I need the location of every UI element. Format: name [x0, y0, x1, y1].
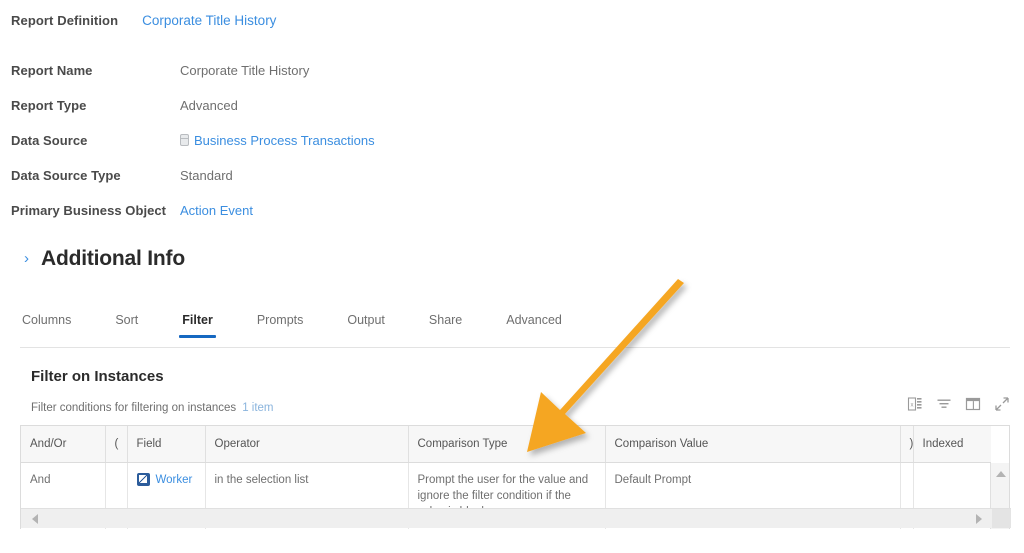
field-label: Report Type: [11, 98, 87, 113]
table-horizontal-scrollbar[interactable]: [21, 508, 1011, 528]
field-row-data-source-type: Data Source Type Standard: [11, 168, 651, 203]
item-count[interactable]: 1 item: [242, 402, 273, 414]
section-subtitle-text: Filter conditions for filtering on insta…: [31, 402, 237, 414]
table-header-row: And/Or ( Field Operator Comparison Type …: [21, 426, 991, 463]
tab-bar: Columns Sort Filter Prompts Output Share…: [22, 313, 562, 338]
cell-field-link[interactable]: Worker: [156, 472, 193, 488]
scrollbar-corner: [992, 509, 1011, 528]
scroll-left-icon[interactable]: [26, 509, 44, 528]
tab-filter[interactable]: Filter: [179, 313, 216, 338]
field-label: Primary Business Object: [11, 203, 167, 218]
scroll-up-icon[interactable]: [991, 465, 1010, 482]
column-header-close-paren[interactable]: ): [900, 426, 914, 463]
tab-sort[interactable]: Sort: [115, 313, 138, 338]
field-label: Report Name: [11, 63, 93, 78]
column-header-field[interactable]: Field: [127, 426, 206, 463]
section-subtitle: Filter conditions for filtering on insta…: [31, 402, 274, 414]
filter-conditions-table: And/Or ( Field Operator Comparison Type …: [20, 425, 1011, 530]
field-row-report-name: Report Name Corporate Title History: [11, 63, 651, 98]
breadcrumb-label: Report Definition: [11, 13, 119, 28]
field-row-primary-business-object: Primary Business Object Action Event: [11, 203, 651, 238]
field-value: Corporate Title History: [180, 63, 310, 78]
scroll-right-icon[interactable]: [970, 509, 988, 528]
field-value-data-source[interactable]: Business Process Transactions: [180, 133, 375, 148]
expand-icon[interactable]: [994, 396, 1010, 412]
field-value-primary-business-object[interactable]: Action Event: [180, 203, 253, 218]
column-header-comparison-type[interactable]: Comparison Type: [408, 426, 606, 463]
breadcrumb: Report Definition Corporate Title Histor…: [11, 13, 276, 28]
column-header-and-or[interactable]: And/Or: [21, 426, 106, 463]
column-header-comparison-value[interactable]: Comparison Value: [605, 426, 901, 463]
section-title: Filter on Instances: [31, 368, 164, 385]
field-value: Standard: [180, 168, 233, 183]
export-to-excel-icon[interactable]: x: [907, 396, 923, 412]
tab-prompts[interactable]: Prompts: [257, 313, 304, 338]
breadcrumb-link[interactable]: Corporate Title History: [142, 13, 276, 28]
field-label: Data Source: [11, 133, 88, 148]
additional-info-title: Additional Info: [41, 247, 185, 270]
database-icon: [180, 134, 189, 146]
toggle-columns-icon[interactable]: [965, 396, 981, 412]
grid-toolbar: x: [907, 396, 1010, 412]
worker-badge-icon: [136, 472, 150, 486]
tab-divider: [20, 347, 1010, 348]
svg-text:x: x: [911, 403, 914, 409]
field-label: Data Source Type: [11, 168, 121, 183]
chevron-right-icon: ›: [24, 249, 29, 267]
column-header-operator[interactable]: Operator: [205, 426, 409, 463]
filter-icon[interactable]: [936, 396, 952, 412]
field-value-text: Business Process Transactions: [194, 133, 375, 148]
tab-share[interactable]: Share: [429, 313, 462, 338]
tab-columns[interactable]: Columns: [22, 313, 71, 338]
field-row-data-source: Data Source Business Process Transaction…: [11, 133, 651, 168]
field-value: Advanced: [180, 98, 238, 113]
tab-advanced[interactable]: Advanced: [506, 313, 562, 338]
column-header-indexed[interactable]: Indexed: [913, 426, 991, 463]
tab-output[interactable]: Output: [347, 313, 385, 338]
report-definition-page: Report Definition Corporate Title Histor…: [0, 0, 1024, 553]
field-row-report-type: Report Type Advanced: [11, 98, 651, 133]
additional-info-section-toggle[interactable]: › Additional Info: [24, 247, 185, 271]
column-header-open-paren[interactable]: (: [105, 426, 128, 463]
report-summary-fields: Report Name Corporate Title History Repo…: [11, 63, 651, 238]
